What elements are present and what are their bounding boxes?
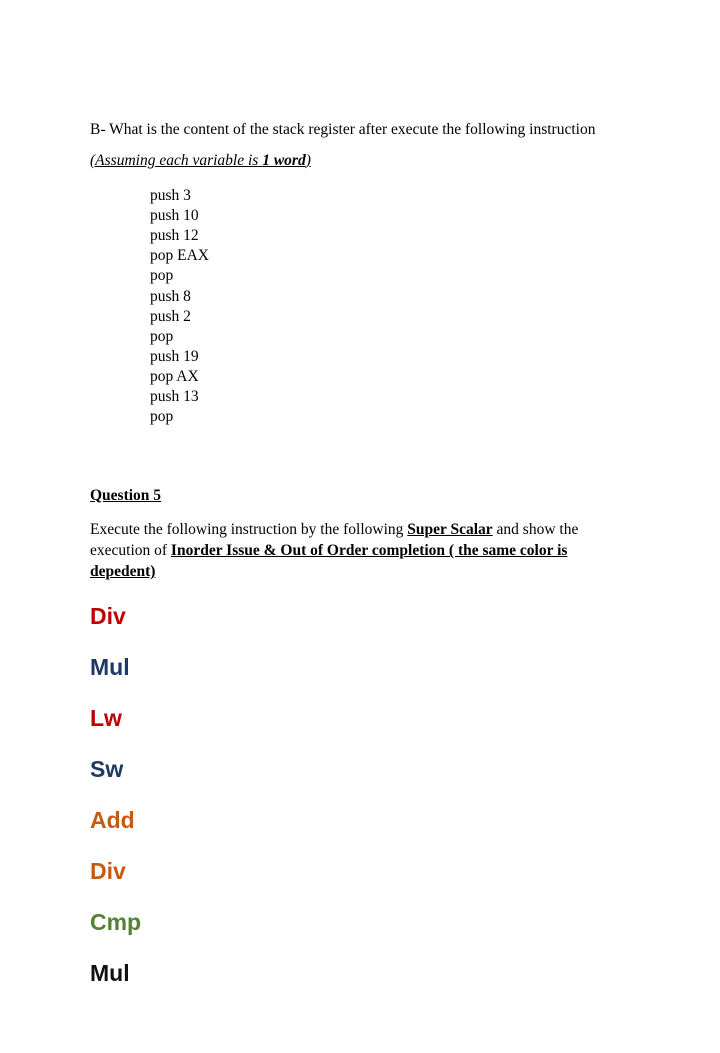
stack-code-block: push 3 push 10 push 12 pop EAX pop push … bbox=[90, 186, 635, 428]
code-line: pop bbox=[150, 327, 635, 347]
code-line: push 13 bbox=[150, 387, 635, 407]
code-line: push 12 bbox=[150, 226, 635, 246]
question-5-heading: Question 5 bbox=[90, 486, 635, 507]
part-b-title: B- What is the content of the stack regi… bbox=[90, 120, 635, 141]
part-b-assumption: (Assuming each variable is 1 word) bbox=[90, 151, 635, 172]
q5-instructions-list: Div Mul Lw Sw Add Div Cmp Mul bbox=[90, 605, 635, 985]
code-line: push 3 bbox=[150, 186, 635, 206]
instr-sw: Sw bbox=[90, 758, 635, 781]
code-line: push 19 bbox=[150, 347, 635, 367]
code-line: pop bbox=[150, 407, 635, 427]
instr-add: Add bbox=[90, 809, 635, 832]
q5-intro-prefix: Execute the following instruction by the… bbox=[90, 521, 407, 538]
instr-lw: Lw bbox=[90, 707, 635, 730]
code-line: push 8 bbox=[150, 287, 635, 307]
q5-super-scalar: Super Scalar bbox=[407, 521, 492, 538]
code-line: pop AX bbox=[150, 367, 635, 387]
assumption-suffix: ) bbox=[306, 152, 311, 169]
instr-mul: Mul bbox=[90, 656, 635, 679]
document-page: B- What is the content of the stack regi… bbox=[0, 0, 720, 1053]
instr-div2: Div bbox=[90, 860, 635, 883]
code-line: pop bbox=[150, 266, 635, 286]
instr-div: Div bbox=[90, 605, 635, 628]
question-5-intro: Execute the following instruction by the… bbox=[90, 520, 635, 583]
code-line: push 10 bbox=[150, 206, 635, 226]
assumption-prefix: (Assuming each variable is bbox=[90, 152, 262, 169]
code-line: pop EAX bbox=[150, 246, 635, 266]
assumption-bold: 1 word bbox=[262, 152, 306, 169]
instr-cmp: Cmp bbox=[90, 911, 635, 934]
code-line: push 2 bbox=[150, 307, 635, 327]
